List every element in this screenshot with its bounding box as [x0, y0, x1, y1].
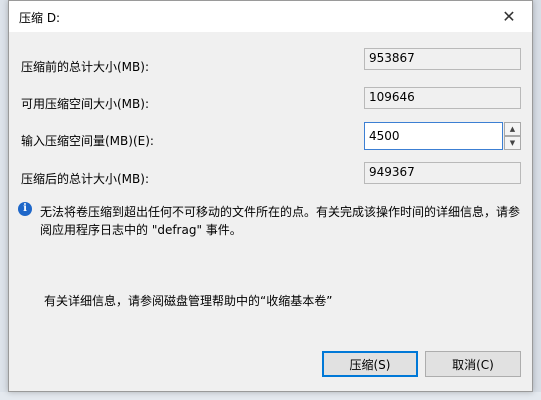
shrink-amount-label: 输入压缩空间量(MB)(E):	[21, 134, 154, 148]
background-window-bottom	[0, 392, 541, 400]
available-value: 109646	[364, 87, 521, 109]
total-after-label: 压缩后的总计大小(MB):	[21, 172, 149, 186]
info-message: 无法将卷压缩到超出任何不可移动的文件所在的点。有关完成该操作时间的详细信息，请参…	[40, 205, 521, 237]
help-text: 有关详细信息，请参阅磁盘管理帮助中的“收缩基本卷”	[44, 294, 333, 308]
info-icon: i	[18, 202, 32, 216]
spin-down-button[interactable]: ▼	[504, 136, 521, 150]
shrink-amount-stepper: ▲ ▼	[364, 122, 521, 150]
shrink-amount-input[interactable]	[364, 122, 503, 150]
total-after-value: 949367	[364, 162, 521, 184]
shrink-dialog: 压缩 D: ✕ 压缩前的总计大小(MB): 953867 可用压缩空间大小(MB…	[8, 0, 533, 392]
close-icon: ✕	[502, 7, 516, 26]
available-label: 可用压缩空间大小(MB):	[21, 97, 149, 111]
background-window-left	[0, 0, 8, 400]
total-before-value: 953867	[364, 48, 521, 70]
compress-button[interactable]: 压缩(S)	[322, 351, 418, 377]
title-bar: 压缩 D: ✕	[9, 1, 532, 32]
close-button[interactable]: ✕	[486, 1, 532, 32]
cancel-button[interactable]: 取消(C)	[425, 351, 521, 377]
background-window-right	[533, 0, 541, 400]
spin-up-button[interactable]: ▲	[504, 122, 521, 136]
total-before-label: 压缩前的总计大小(MB):	[21, 60, 149, 74]
dialog-title: 压缩 D:	[19, 11, 61, 25]
